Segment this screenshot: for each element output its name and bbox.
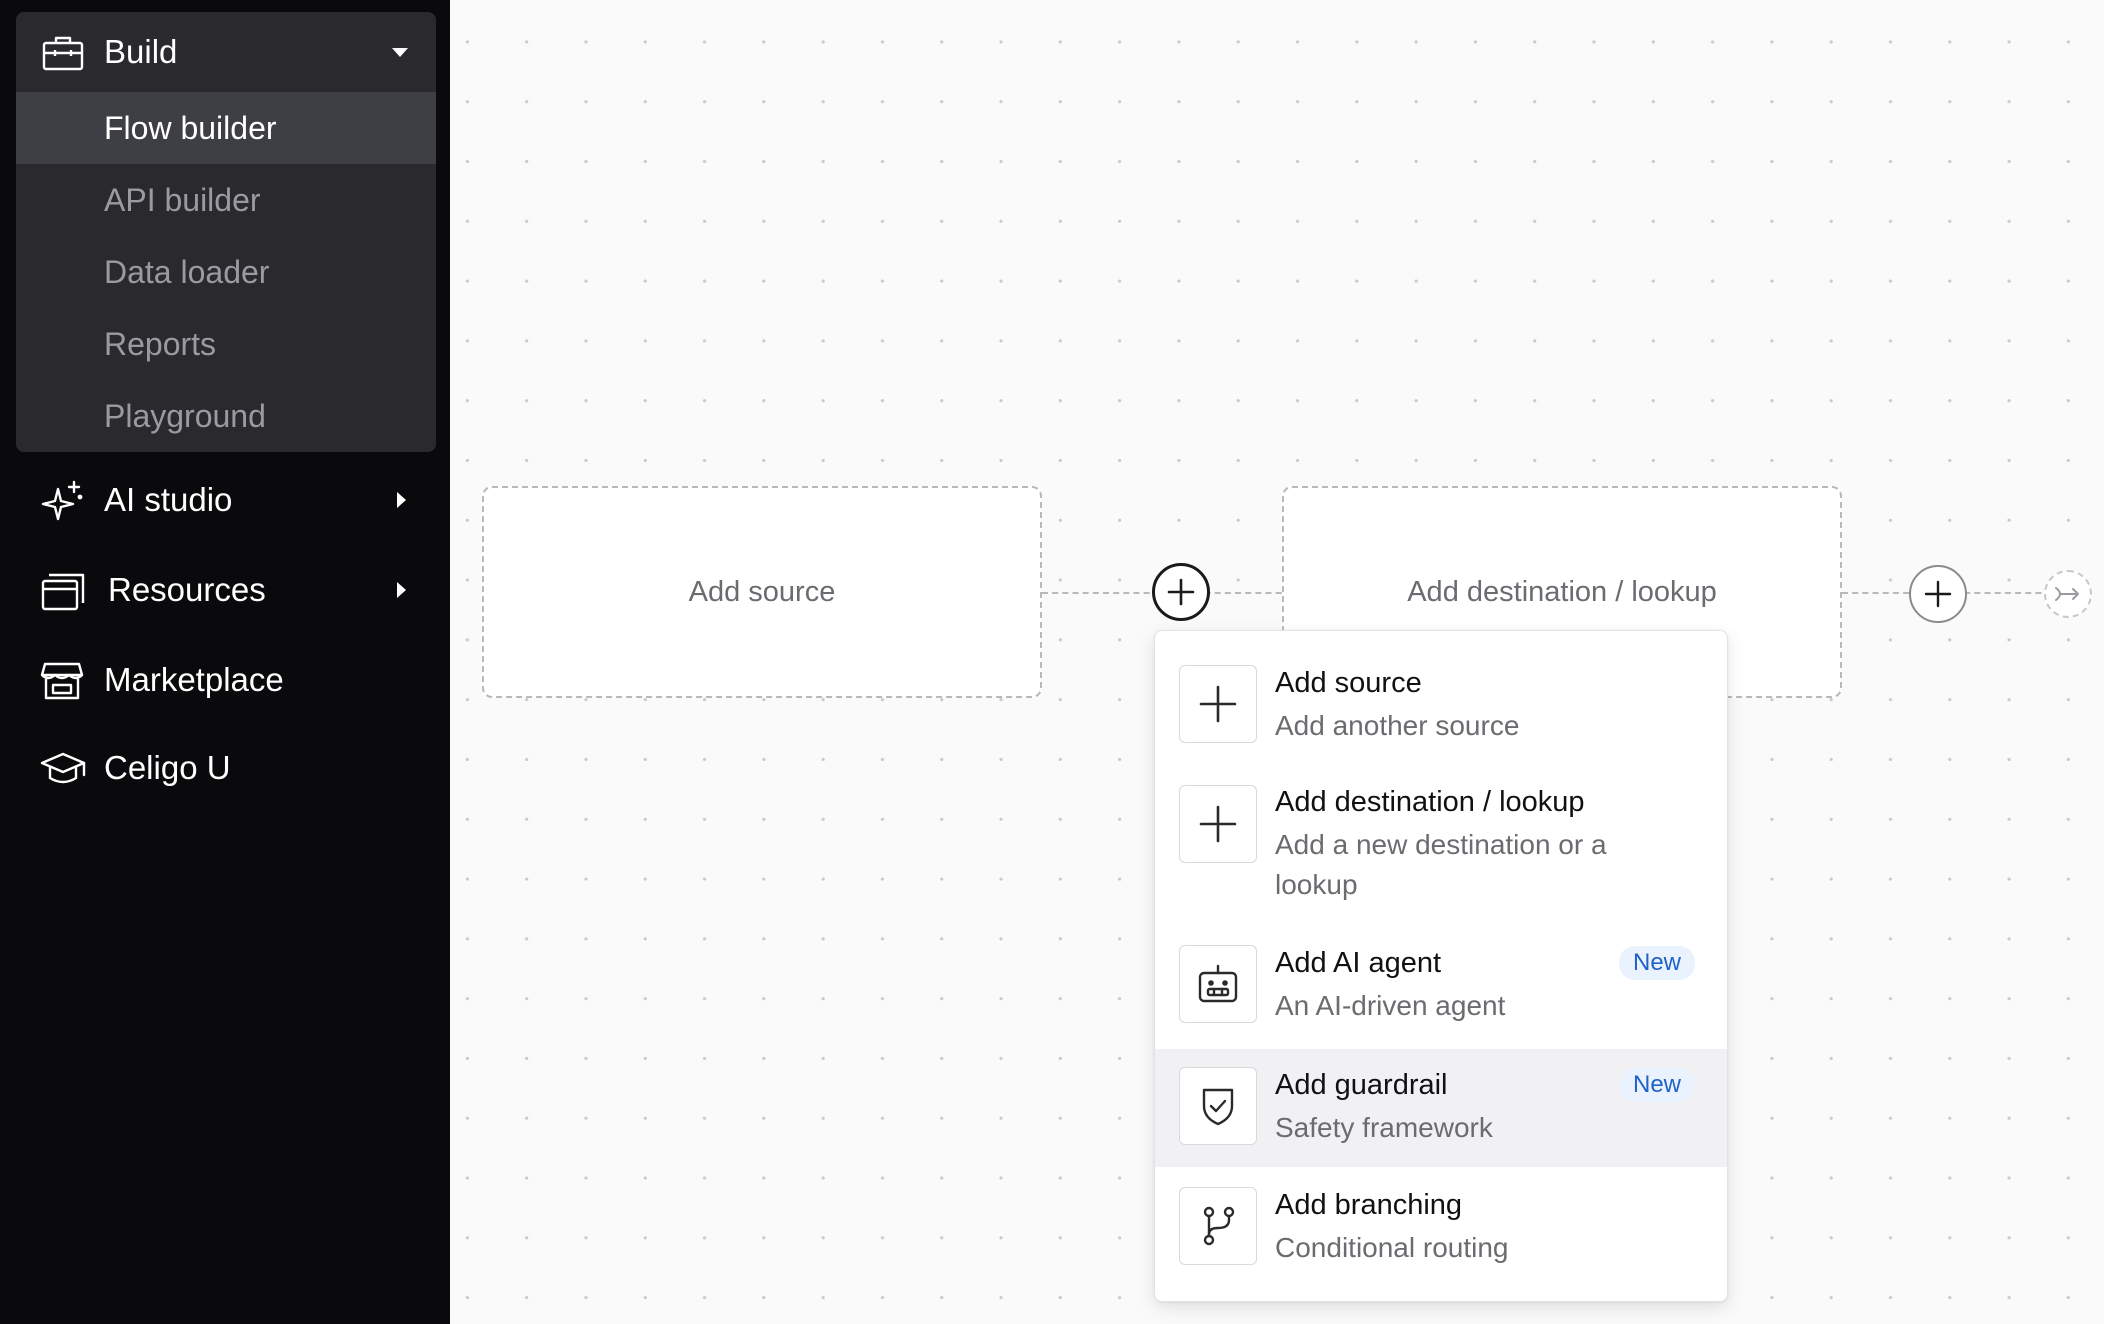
menu-item-description: Conditional routing: [1275, 1232, 1509, 1263]
sidebar-item-flow-builder[interactable]: Flow builder: [16, 92, 436, 164]
node-label: Add destination / lookup: [1407, 575, 1717, 608]
chevron-down-icon: [392, 48, 408, 57]
flow-end-marker: [2044, 570, 2092, 618]
sidebar-item-label: AI studio: [104, 481, 233, 518]
sparkle-icon: [40, 479, 86, 523]
sidebar-item-resources[interactable]: Resources: [16, 550, 436, 630]
sidebar-item-reports[interactable]: Reports: [16, 308, 436, 380]
plus-icon: [1179, 785, 1257, 863]
add-step-button[interactable]: [1152, 563, 1210, 621]
menu-item-add-branching[interactable]: Add branching Conditional routing: [1155, 1167, 1727, 1301]
plus-icon: [1924, 580, 1952, 608]
menu-item-title: Add AI agent: [1275, 947, 1442, 979]
menu-item-description: Safety framework: [1275, 1112, 1493, 1143]
build-menu-toggle[interactable]: Build: [16, 12, 436, 92]
sidebar-item-api-builder[interactable]: API builder: [16, 164, 436, 236]
graduation-cap-icon: [40, 747, 86, 791]
shield-check-icon: [1179, 1067, 1257, 1145]
menu-item-add-destination[interactable]: Add destination / lookup Add a new desti…: [1155, 749, 1727, 909]
menu-item-description: An AI-driven agent: [1275, 990, 1506, 1021]
plus-icon: [1167, 578, 1195, 606]
sidebar-item-label: Resources: [108, 571, 266, 608]
menu-item-title: Add source: [1275, 667, 1422, 699]
store-icon: [40, 659, 86, 703]
build-section: Build Flow builder API builder Data load…: [16, 12, 436, 452]
menu-item-add-source[interactable]: Add source Add another source: [1155, 631, 1727, 749]
sidebar-item-data-loader[interactable]: Data loader: [16, 236, 436, 308]
sidebar-item-ai-studio[interactable]: AI studio: [16, 460, 436, 540]
new-badge: New: [1618, 1068, 1695, 1102]
chevron-right-icon: [397, 492, 406, 508]
sidebar: Build Flow builder API builder Data load…: [0, 0, 450, 1324]
new-badge: New: [1618, 946, 1695, 980]
sidebar-item-playground[interactable]: Playground: [16, 380, 436, 452]
menu-item-add-ai-agent[interactable]: Add AI agent An AI-driven agent New: [1155, 909, 1727, 1029]
sidebar-item-label: Celigo U: [104, 749, 231, 786]
menu-item-title: Add destination / lookup: [1275, 786, 1585, 818]
branch-icon: [1179, 1187, 1257, 1265]
menu-item-title: Add guardrail: [1275, 1069, 1448, 1101]
end-arrow-icon: [2055, 587, 2079, 601]
robot-icon: [1179, 945, 1257, 1023]
menu-item-add-guardrail[interactable]: Add guardrail Safety framework New: [1155, 1049, 1727, 1167]
sidebar-item-label: Marketplace: [104, 661, 284, 698]
menu-item-description: Add a new destination or a lookup: [1275, 829, 1607, 900]
menu-item-description: Add another source: [1275, 710, 1520, 741]
add-step-menu: Add source Add another source Add destin…: [1154, 630, 1728, 1302]
chevron-right-icon: [397, 582, 406, 598]
node-label: Add source: [688, 575, 836, 608]
sidebar-item-marketplace[interactable]: Marketplace: [16, 640, 436, 720]
sidebar-item-celigo-u[interactable]: Celigo U: [16, 728, 436, 808]
resources-icon: [40, 569, 86, 613]
plus-icon: [1179, 665, 1257, 743]
menu-item-title: Add branching: [1275, 1189, 1463, 1221]
briefcase-icon: [42, 34, 84, 72]
build-label: Build: [104, 33, 178, 70]
add-source-node[interactable]: Add source: [482, 486, 1042, 698]
add-step-end-button[interactable]: [1909, 565, 1967, 623]
